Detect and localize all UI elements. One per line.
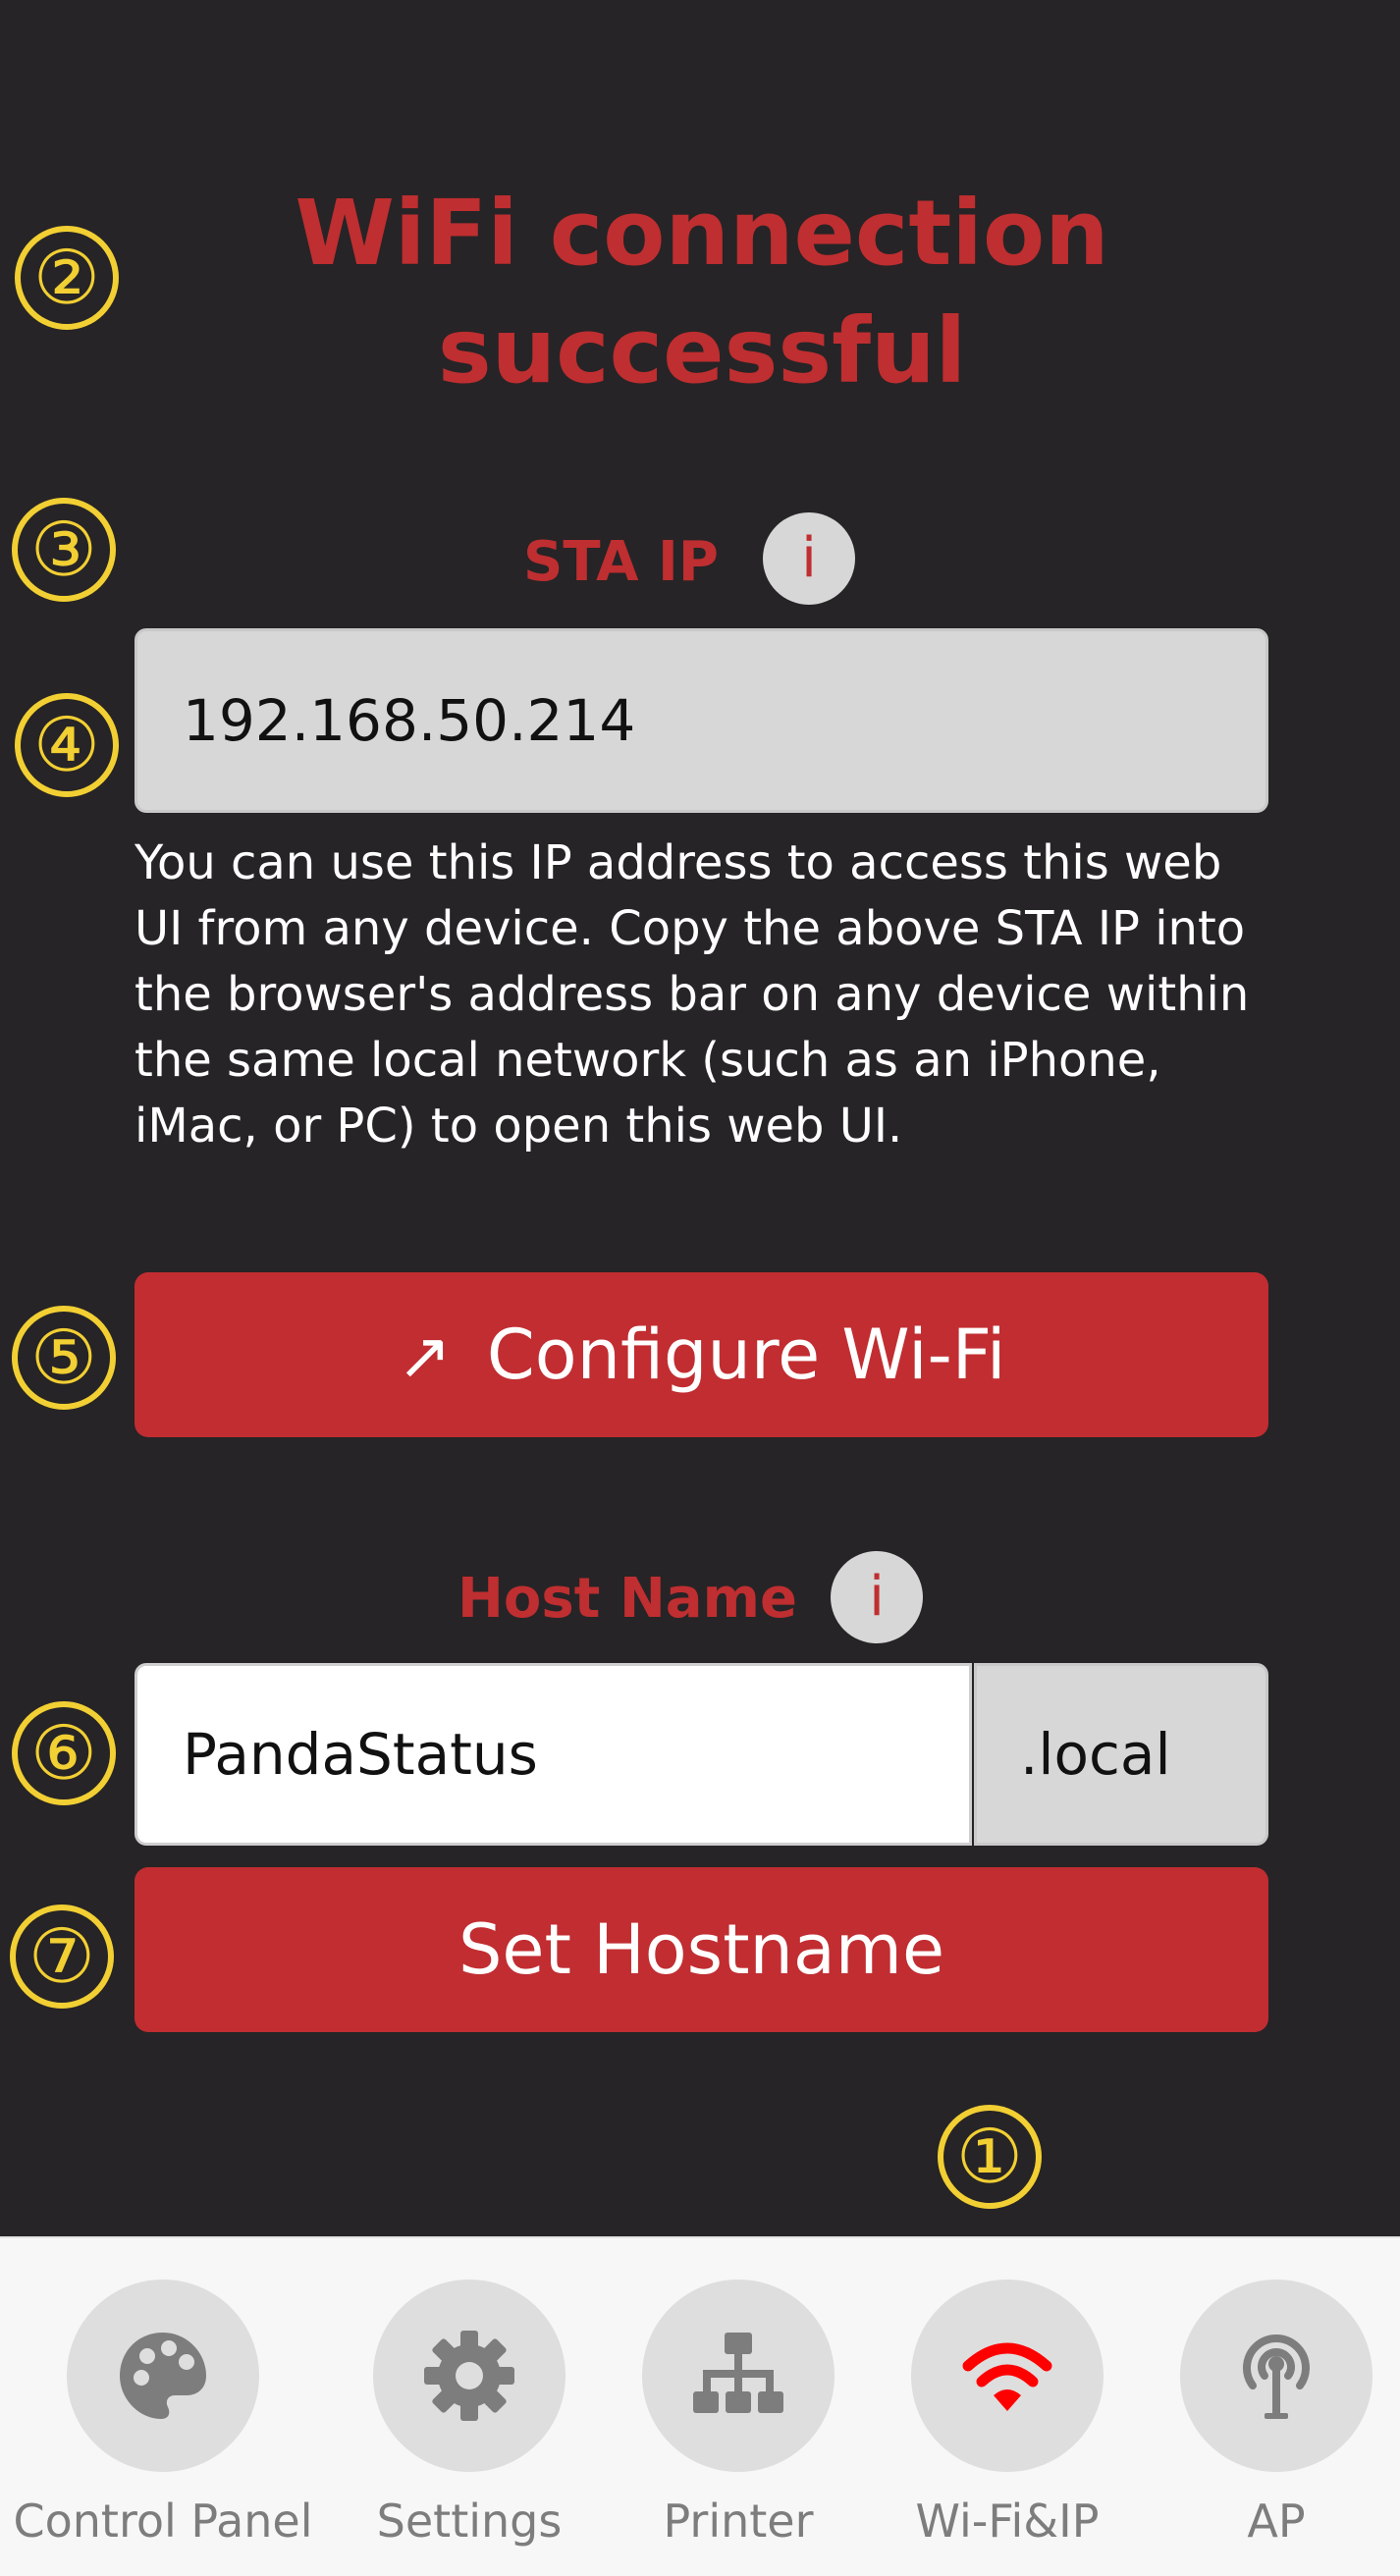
- host-name-label: Host Name: [458, 1567, 797, 1631]
- host-name-info-icon[interactable]: i: [831, 1551, 923, 1643]
- external-link-arrow-icon: ↗: [397, 1318, 452, 1394]
- sta-ip-description: You can use this IP address to access th…: [135, 835, 1250, 1154]
- set-hostname-button[interactable]: Set Hostname: [135, 1867, 1268, 2032]
- marker-4: ④: [15, 693, 119, 797]
- nav-label-printer: Printer: [663, 2495, 814, 2548]
- nav-label-ap: AP: [1247, 2495, 1306, 2548]
- marker-2: ②: [15, 226, 119, 330]
- wifi-ip-screen: WiFi connection successful STA IP i 192.…: [0, 0, 1400, 2576]
- marker-1: ①: [938, 2105, 1042, 2209]
- status-title-line2: successful: [437, 298, 967, 403]
- network-tree-icon: [693, 2333, 783, 2413]
- marker-5: ⑤: [12, 1306, 116, 1410]
- control-panel-button[interactable]: [67, 2280, 259, 2472]
- gear-icon: [424, 2331, 514, 2421]
- ap-button[interactable]: [1180, 2280, 1373, 2472]
- antenna-icon: [1243, 2334, 1310, 2419]
- palette-icon: [120, 2333, 206, 2419]
- nav-item-wifi-ip[interactable]: Wi-Fi&IP: [880, 2238, 1135, 2576]
- status-title-line1: WiFi connection: [295, 181, 1109, 286]
- bottom-nav: Control Panel Settings Printer Wi-Fi&IP …: [0, 2236, 1400, 2576]
- hostname-input[interactable]: PandaStatus: [135, 1663, 972, 1846]
- nav-label-settings: Settings: [376, 2495, 563, 2548]
- nav-label-wifi-ip: Wi-Fi&IP: [915, 2495, 1100, 2548]
- nav-item-control-panel[interactable]: Control Panel: [14, 2238, 313, 2576]
- wifi-icon: [962, 2342, 1052, 2411]
- connection-status-title: WiFi connection successful: [255, 175, 1149, 410]
- hostname-suffix: .local: [974, 1663, 1268, 1846]
- nav-item-printer[interactable]: Printer: [611, 2238, 866, 2576]
- sta-ip-info-icon[interactable]: i: [763, 512, 855, 605]
- sta-ip-field[interactable]: 192.168.50.214: [135, 628, 1268, 813]
- marker-7: ⑦: [10, 1905, 114, 2009]
- nav-item-ap[interactable]: AP: [1149, 2238, 1400, 2576]
- nav-item-settings[interactable]: Settings: [342, 2238, 597, 2576]
- printer-button[interactable]: [642, 2280, 835, 2472]
- marker-6: ⑥: [12, 1701, 116, 1805]
- wifi-ip-button[interactable]: [911, 2280, 1104, 2472]
- configure-wifi-button[interactable]: ↗ Configure Wi-Fi: [135, 1272, 1268, 1437]
- sta-ip-label: STA IP: [523, 530, 719, 594]
- configure-wifi-label: Configure Wi-Fi: [486, 1315, 1006, 1395]
- settings-button[interactable]: [373, 2280, 565, 2472]
- nav-label-control-panel: Control Panel: [13, 2495, 313, 2548]
- set-hostname-label: Set Hostname: [458, 1909, 945, 1990]
- marker-3: ③: [12, 498, 116, 602]
